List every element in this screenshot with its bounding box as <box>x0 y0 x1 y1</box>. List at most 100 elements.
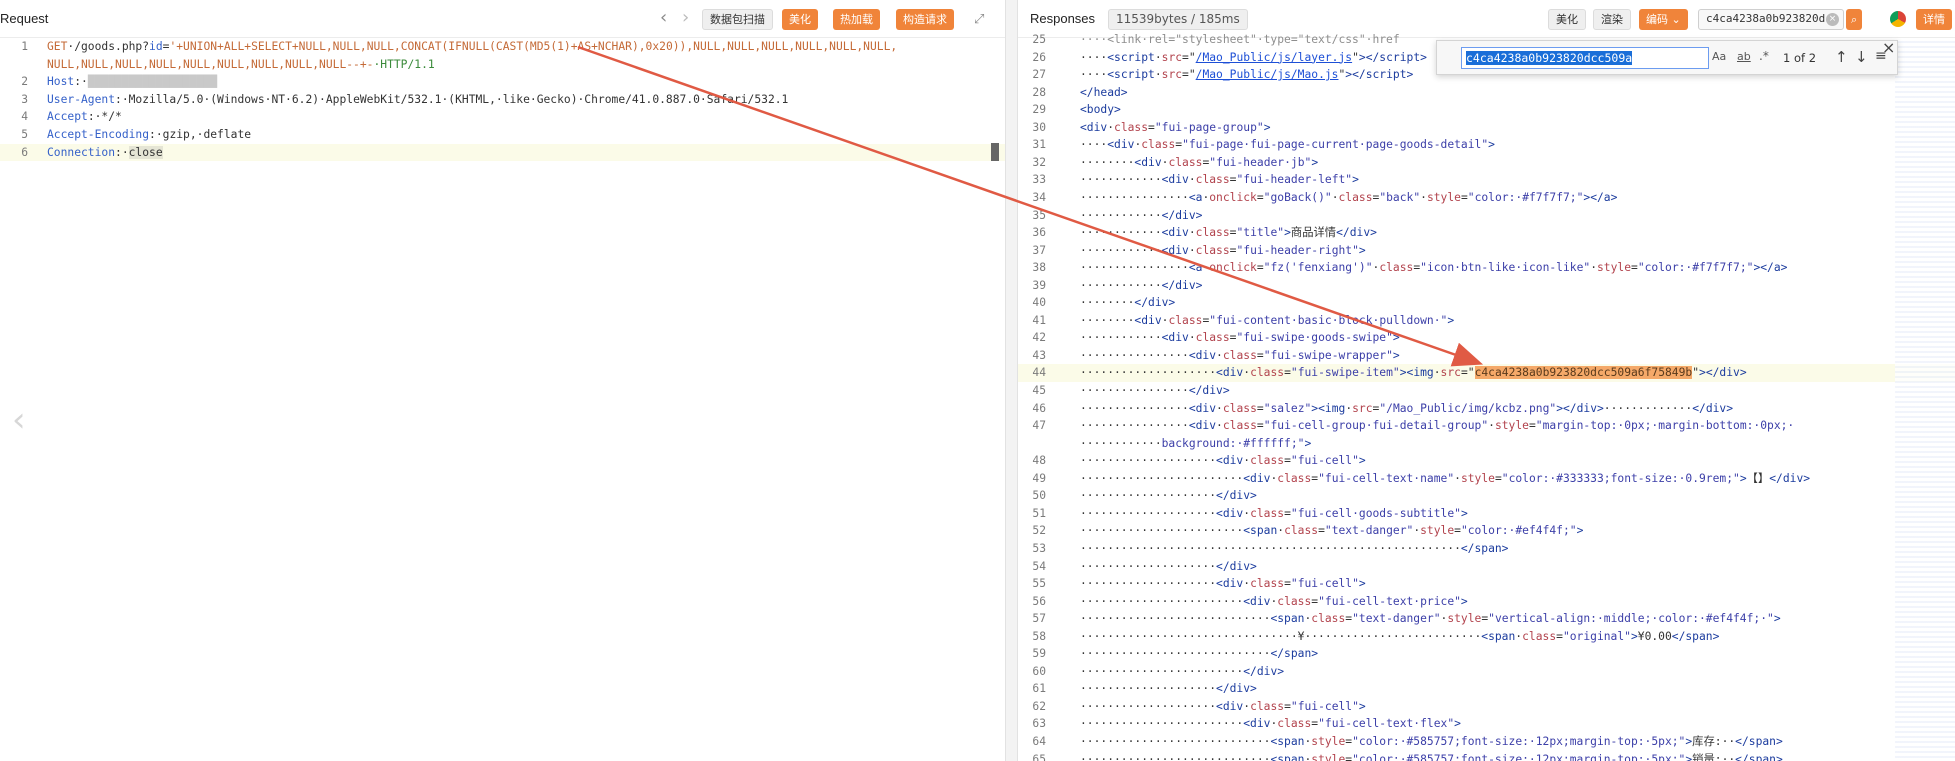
line-number: 28 <box>1032 85 1046 99</box>
hot-load-button[interactable]: 热加载 <box>833 9 880 30</box>
chevron-left-icon[interactable]: ‹ <box>12 400 26 440</box>
response-line: 53 ······································… <box>1018 540 1955 558</box>
response-line: 62 ····················<div·class="fui-ce… <box>1018 698 1955 716</box>
code-text: ················</div> <box>1080 384 1230 397</box>
response-line: 30 <div·class="fui-page-group"> <box>1018 119 1955 137</box>
line-number: 58 <box>1032 629 1046 643</box>
code-text: ····················<div·class="fui-swip… <box>1080 366 1747 380</box>
response-line: 43 ················<div·class="fui-swipe-… <box>1018 347 1955 365</box>
code-text: ················<div·class="salez"><img·… <box>1080 401 1734 415</box>
code-text: ························<span·class="tex… <box>1080 524 1584 538</box>
code-text: ········</div> <box>1080 296 1176 310</box>
pane-splitter[interactable] <box>1005 0 1018 761</box>
response-line: 34 ················<a·onclick="goBack()"·… <box>1018 189 1955 207</box>
code-text: ····························<span·class=… <box>1080 612 1781 626</box>
line-number: 40 <box>1032 296 1046 310</box>
code-text: ························</div> <box>1080 664 1285 678</box>
request-title: Request <box>0 11 49 26</box>
response-line: 29 <body> <box>1018 101 1955 119</box>
code-text: ························<div·class="fui-… <box>1080 717 1461 731</box>
line-number: 26 <box>1032 50 1046 64</box>
line-number: 31 <box>1032 138 1046 152</box>
search-icon[interactable]: ⌕ <box>1846 9 1863 30</box>
code-text: ········<div·class="fui-header·jb"> <box>1080 155 1319 169</box>
responses-title: Responses <box>1030 11 1096 26</box>
line-number: 25 <box>1032 33 1046 46</box>
response-line: 47 ················<div·class="fui-cell-g… <box>1018 417 1955 435</box>
code-text: ····<link·rel="stylesheet"·type="text/cs… <box>1080 33 1400 46</box>
response-line: 41 ········<div·class="fui-content·basic·… <box>1018 312 1955 330</box>
code-text: ····<div·class="fui-page·fui-page-curren… <box>1080 138 1495 152</box>
chrome-icon[interactable] <box>1890 11 1906 27</box>
code-text: ················<a·onclick="goBack()"·cl… <box>1080 190 1618 204</box>
response-line: ············background:·#ffffff;"> <box>1018 435 1955 453</box>
code-text: ····················<div·class="fui-cell… <box>1080 454 1366 468</box>
line-number: 33 <box>1032 173 1046 187</box>
response-line: 48 ····················<div·class="fui-ce… <box>1018 452 1955 470</box>
code-text: <div·class="fui-page-group"> <box>1080 120 1271 134</box>
code-text: ····················<div·class="fui-cell… <box>1080 699 1366 713</box>
request-line: 3 User-Agent:·Mozilla/5.0·(Windows·NT·6.… <box>21 92 789 106</box>
line-number: 42 <box>1032 331 1046 345</box>
line-number: 38 <box>1032 261 1046 275</box>
code-text: ············<div·class="fui-swipe·goods-… <box>1080 331 1400 345</box>
code-text: ····<script·src="/Mao_Public/js/Mao.js">… <box>1080 68 1414 82</box>
match-case-toggle[interactable]: Aa <box>1712 50 1726 63</box>
arrow-down-icon[interactable]: ↓ <box>1855 48 1868 66</box>
line-number: 32 <box>1032 155 1046 169</box>
line-number: 52 <box>1032 524 1046 538</box>
response-line: 50 ····················</div> <box>1018 487 1955 505</box>
response-line: 28 </head> <box>1018 84 1955 102</box>
regex-toggle[interactable]: .* <box>1759 49 1769 63</box>
response-beautify-button[interactable]: 美化 <box>1548 9 1586 30</box>
arrow-up-icon[interactable]: ↑ <box>1835 48 1848 66</box>
response-line: 39 ············</div> <box>1018 277 1955 295</box>
code-text: ························<div·class="fui-… <box>1080 471 1811 485</box>
code-text: ························<div·class="fui-… <box>1080 594 1468 608</box>
minimap[interactable] <box>1895 38 1955 761</box>
line-number: 44 <box>1032 366 1046 380</box>
response-line: 37 ············<div·class="fui-header-rig… <box>1018 242 1955 260</box>
response-line: 46 ················<div·class="salez"><im… <box>1018 400 1955 418</box>
response-size-badge: 11539bytes / 185ms <box>1108 9 1248 30</box>
construct-request-button[interactable]: 构造请求 <box>896 9 954 30</box>
expand-icon[interactable]: ⤢ <box>974 9 984 31</box>
line-number: 50 <box>1032 489 1046 503</box>
beautify-button[interactable]: 美化 <box>782 9 818 30</box>
code-text: ············</div> <box>1080 278 1203 292</box>
find-input[interactable]: c4ca4238a0b923820dcc509a <box>1461 47 1709 69</box>
code-text: ················<div·class="fui-swipe-wr… <box>1080 348 1400 362</box>
scrollbar-thumb[interactable] <box>991 143 999 161</box>
response-line: 49 ························<div·class="fu… <box>1018 470 1955 488</box>
clear-icon[interactable]: × <box>1826 13 1839 26</box>
encoding-button[interactable]: 编码 ⌄ <box>1639 9 1688 30</box>
code-text: ································¥·······… <box>1080 629 1720 643</box>
packet-scan-button[interactable]: 数据包扫描 <box>702 9 773 30</box>
code-text: ····················<div·class="fui-cell… <box>1080 506 1468 520</box>
response-line: 60 ························</div> <box>1018 663 1955 681</box>
line-number: 64 <box>1032 735 1046 748</box>
line-number: 61 <box>1032 682 1046 696</box>
close-icon[interactable]: × <box>1882 38 1895 57</box>
line-number: 57 <box>1032 612 1046 626</box>
line-number: 55 <box>1032 577 1046 591</box>
response-line: 31 ····<div·class="fui-page·fui-page-curr… <box>1018 136 1955 154</box>
find-result-count: 1 of 2 <box>1783 51 1817 65</box>
toolbar-search-input[interactable]: c4ca4238a0b923820d × <box>1698 9 1844 30</box>
request-line: 4 Accept:·*/* <box>21 110 122 124</box>
chevron-right-icon[interactable]: › <box>682 7 689 29</box>
line-number: 47 <box>1032 419 1046 433</box>
line-number: 60 <box>1032 664 1046 678</box>
response-line: 56 ························<div·class="fu… <box>1018 593 1955 611</box>
request-line: NULL,NULL,NULL,NULL,NULL,NULL,NULL,NULL,… <box>47 57 435 71</box>
line-number: 29 <box>1032 103 1046 117</box>
chevron-left-icon[interactable]: ‹ <box>660 7 667 29</box>
find-widget: c4ca4238a0b923820dcc509a Aa ab .* 1 of 2… <box>1436 38 1898 75</box>
render-button[interactable]: 渲染 <box>1593 9 1631 30</box>
request-toolbar: Request ‹ › 数据包扫描 美化 热加载 构造请求 ⤢ <box>0 0 1005 38</box>
details-button[interactable]: 详情 <box>1916 9 1952 30</box>
whole-word-toggle[interactable]: ab <box>1737 50 1751 63</box>
code-text: ····························</span> <box>1080 647 1319 661</box>
line-number: 35 <box>1032 208 1046 222</box>
line-number: 27 <box>1032 68 1046 82</box>
